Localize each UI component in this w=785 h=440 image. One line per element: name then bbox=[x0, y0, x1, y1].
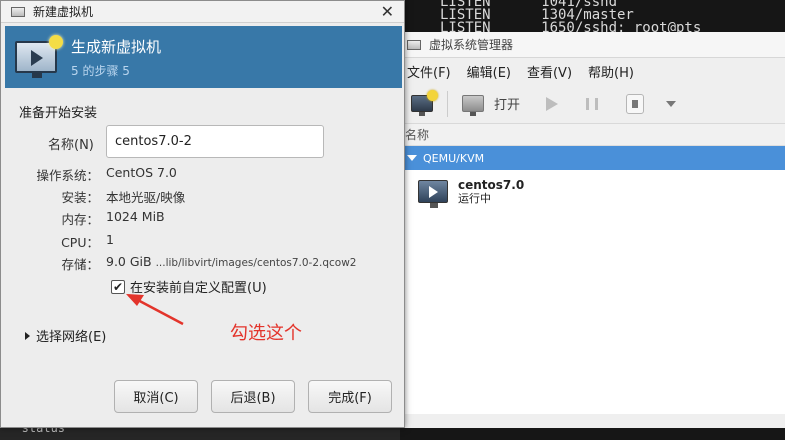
console-icon bbox=[462, 95, 484, 116]
storage-path: ...lib/libvirt/images/centos7.0-2.qcow2 bbox=[155, 257, 357, 269]
shutdown-button[interactable] bbox=[626, 93, 645, 114]
menu-edit[interactable]: 编辑(E) bbox=[467, 62, 511, 81]
vm-row[interactable]: centos7.0 运行中 bbox=[401, 170, 785, 208]
chevron-down-icon bbox=[666, 100, 677, 107]
wizard-step: 5 的步骤 5 bbox=[71, 63, 130, 78]
name-label: 名称(N) bbox=[48, 138, 94, 153]
section-title: 准备开始安装 bbox=[19, 106, 98, 121]
expand-caret-icon bbox=[407, 155, 417, 161]
chevron-right-icon bbox=[25, 331, 30, 340]
play-icon bbox=[546, 96, 559, 111]
new-vm-dialog: 新建虚拟机 ✕ 生成新虚拟机 5 的步骤 5 准备开始安装 名称(N) 操作系统… bbox=[0, 0, 405, 428]
os-label: 操作系统： bbox=[36, 168, 99, 183]
shutdown-menu-button[interactable] bbox=[666, 100, 677, 107]
customize-checkbox[interactable]: ✔ bbox=[111, 279, 125, 294]
dialog-titlebar: 新建虚拟机 ✕ bbox=[1, 1, 404, 23]
memory-row: 内存： 1024 MiB bbox=[1, 209, 401, 227]
virt-manager-window: 虚拟系统管理器 文件(F) 编辑(E) 查看(V) 帮助(H) 打开 名称 QE… bbox=[400, 32, 785, 428]
pause-icon bbox=[586, 97, 599, 110]
window-icon bbox=[11, 6, 25, 17]
open-label: 打开 bbox=[494, 98, 521, 113]
install-value: 本地光驱/映像 bbox=[106, 190, 186, 205]
os-row: 操作系统： CentOS 7.0 bbox=[1, 165, 401, 183]
menu-help[interactable]: 帮助(H) bbox=[588, 62, 634, 81]
install-row: 安装： 本地光驱/映像 bbox=[1, 187, 401, 205]
install-label: 安装： bbox=[61, 190, 99, 205]
cpu-value: 1 bbox=[106, 232, 114, 247]
open-button[interactable]: 打开 bbox=[462, 94, 521, 116]
new-vm-icon bbox=[411, 90, 438, 116]
os-value: CentOS 7.0 bbox=[106, 165, 177, 180]
customize-label: 在安装前自定义配置(U) bbox=[130, 281, 267, 296]
new-vm-icon bbox=[15, 35, 63, 78]
network-label: 选择网络(E) bbox=[36, 330, 107, 345]
vmm-title: 虚拟系统管理器 bbox=[429, 38, 514, 52]
dialog-title: 新建虚拟机 bbox=[33, 5, 94, 19]
pause-button[interactable] bbox=[586, 97, 599, 110]
storage-row: 存储： 9.0 GiB ...lib/libvirt/images/centos… bbox=[1, 254, 401, 272]
memory-value: 1024 MiB bbox=[106, 209, 165, 224]
annotation-text: 勾选这个 bbox=[230, 323, 302, 344]
network-expander[interactable]: 选择网络(E) bbox=[25, 326, 106, 345]
wizard-banner: 生成新虚拟机 5 的步骤 5 bbox=[5, 26, 402, 88]
back-button[interactable]: 后退(B) bbox=[211, 380, 295, 413]
menu-file[interactable]: 文件(F) bbox=[407, 62, 451, 81]
cancel-button[interactable]: 取消(C) bbox=[114, 380, 198, 413]
wizard-title: 生成新虚拟机 bbox=[71, 37, 162, 56]
vmm-titlebar: 虚拟系统管理器 bbox=[401, 32, 785, 58]
customize-checkbox-row[interactable]: ✔ 在安装前自定义配置(U) bbox=[111, 277, 267, 296]
vm-list: centos7.0 运行中 bbox=[401, 170, 785, 414]
finish-button[interactable]: 完成(F) bbox=[308, 380, 392, 413]
vmm-menubar: 文件(F) 编辑(E) 查看(V) 帮助(H) bbox=[401, 58, 785, 84]
close-icon[interactable]: ✕ bbox=[381, 2, 394, 21]
menu-view[interactable]: 查看(V) bbox=[527, 62, 572, 81]
run-button[interactable] bbox=[546, 96, 559, 111]
storage-label: 存储： bbox=[61, 257, 99, 272]
vmm-toolbar: 打开 bbox=[401, 84, 785, 124]
cpu-label: CPU： bbox=[61, 235, 99, 250]
vm-name: centos7.0 bbox=[458, 178, 525, 192]
storage-size: 9.0 GiB bbox=[106, 254, 152, 269]
connection-label: QEMU/KVM bbox=[423, 151, 485, 165]
vm-name-input[interactable] bbox=[106, 125, 324, 158]
cpu-row: CPU： 1 bbox=[1, 232, 401, 250]
toolbar-separator bbox=[447, 90, 448, 117]
column-header-name[interactable]: 名称 bbox=[401, 124, 785, 146]
window-icon bbox=[407, 39, 421, 50]
vm-status: 运行中 bbox=[458, 192, 491, 205]
shutdown-icon bbox=[626, 93, 645, 114]
connection-row-qemu[interactable]: QEMU/KVM bbox=[401, 146, 785, 170]
new-vm-button[interactable] bbox=[411, 90, 438, 116]
memory-label: 内存： bbox=[61, 212, 99, 227]
vm-running-icon bbox=[418, 180, 448, 208]
